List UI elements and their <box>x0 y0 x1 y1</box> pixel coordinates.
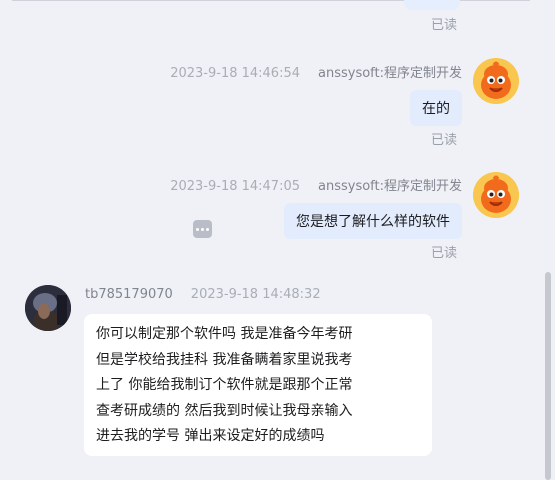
chat-message-list[interactable]: 已读 2023-9-18 14:46:54 anssysoft:程序定制开发 在的… <box>0 0 555 480</box>
read-receipt: 已读 <box>431 18 458 33</box>
message-sender: anssysoft:程序定制开发 <box>318 179 462 194</box>
message-bubble[interactable]: 在的 <box>410 90 462 126</box>
message-line: 上了 你能给我制订个软件就是跟那个正常 <box>96 377 353 393</box>
mascot-icon <box>473 172 519 218</box>
message-timestamp: 2023-9-18 14:46:54 <box>170 66 300 81</box>
message-line: 但是学校给我挂科 我准备瞒着家里说我考 <box>96 351 353 368</box>
read-receipt: 已读 <box>431 246 458 261</box>
mascot-icon[interactable] <box>473 58 519 104</box>
message-meta: tb785179070 2023-9-18 14:48:32 <box>85 287 321 302</box>
message-meta: 2023-9-18 14:47:05 anssysoft:程序定制开发 <box>170 175 462 194</box>
message-bubble[interactable]: 你可以制定那个软件吗 我是准备今年考研 但是学校给我挂科 我准备瞒着家里说我考 … <box>84 314 432 456</box>
message-bubble-partial[interactable] <box>404 0 460 10</box>
message-meta: 2023-9-18 14:46:54 anssysoft:程序定制开发 <box>170 62 462 81</box>
message-bubble[interactable]: 您是想了解什么样的软件 <box>284 203 462 239</box>
mascot-icon <box>473 58 519 104</box>
message-timestamp: 2023-9-18 14:47:05 <box>170 179 300 194</box>
message-sender: anssysoft:程序定制开发 <box>318 66 462 81</box>
message-line: 进去我的学号 弹出来设定好的成绩吗 <box>96 428 325 444</box>
message-timestamp: 2023-9-18 14:48:32 <box>190 287 321 302</box>
read-receipt: 已读 <box>431 133 458 148</box>
more-options-icon[interactable] <box>193 220 212 238</box>
message-line: 查考研成绩的 然后我到时候让我母亲输入 <box>96 402 353 419</box>
scrollbar-thumb[interactable] <box>545 272 551 480</box>
message-line: 你可以制定那个软件吗 我是准备今年考研 <box>96 326 353 342</box>
user-photo <box>25 285 71 331</box>
user-avatar[interactable] <box>25 285 71 331</box>
message-sender: tb785179070 <box>85 287 173 302</box>
mascot-icon[interactable] <box>473 172 519 218</box>
